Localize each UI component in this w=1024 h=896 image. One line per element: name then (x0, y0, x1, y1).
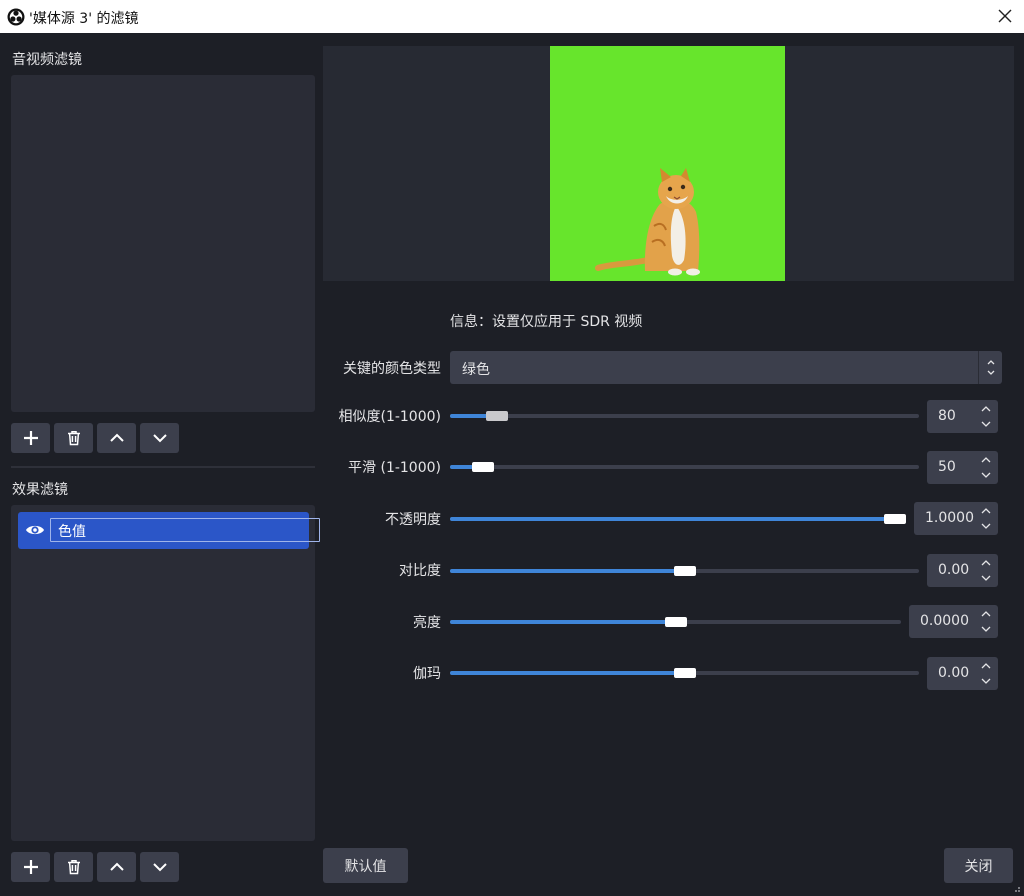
slider-fill (450, 414, 488, 418)
filter-name-edit-box[interactable] (50, 518, 320, 542)
contrast-spinbox[interactable]: 0.00 (927, 554, 998, 587)
similarity-slider[interactable] (450, 411, 919, 421)
opacity-spinbox[interactable]: 1.0000 (914, 502, 998, 535)
cat-image (595, 168, 700, 276)
move-av-filter-down-button[interactable] (140, 423, 179, 453)
spinbox-value: 1.0000 (925, 510, 974, 526)
brightness-spinbox[interactable]: 0.0000 (909, 605, 998, 638)
slider-handle[interactable] (472, 462, 495, 472)
effect-filters-toolbar (11, 852, 179, 882)
gamma-spinbox[interactable]: 0.00 (927, 657, 998, 690)
key-color-type-select[interactable]: 绿色 (450, 351, 1002, 384)
slider-fill (450, 671, 685, 675)
contrast-label: 对比度 (399, 563, 441, 579)
move-av-filter-up-button[interactable] (97, 423, 136, 453)
smoothness-label: 平滑 (1-1000) (348, 460, 441, 476)
slider-handle[interactable] (884, 514, 906, 524)
brightness-label: 亮度 (413, 615, 441, 631)
remove-av-filter-button[interactable] (54, 423, 93, 453)
chevron-down-icon (152, 434, 167, 443)
resize-grip-icon[interactable] (1011, 883, 1021, 893)
effect-filters-label: 效果滤镜 (12, 482, 68, 498)
smoothness-spinbox[interactable]: 50 (927, 451, 998, 484)
move-effect-filter-up-button[interactable] (97, 852, 136, 882)
contrast-slider[interactable] (450, 566, 919, 576)
slider-handle[interactable] (673, 668, 696, 678)
smoothness-slider[interactable] (450, 462, 919, 472)
panel-divider[interactable] (11, 466, 315, 468)
obs-logo-icon (7, 8, 25, 26)
info-text: 信息：设置仅应用于 SDR 视频 (450, 314, 643, 330)
gamma-slider[interactable] (450, 668, 919, 678)
updown-icon (987, 360, 995, 375)
filter-name: 色值 (58, 524, 86, 540)
chevron-down-icon (152, 863, 167, 872)
slider-fill (450, 517, 906, 521)
spin-arrows-icon[interactable] (980, 403, 992, 430)
av-filters-toolbar (11, 423, 179, 453)
remove-effect-filter-button[interactable] (54, 852, 93, 882)
effect-filter-item[interactable]: 色值 (18, 512, 320, 549)
defaults-button[interactable]: 默认值 (323, 848, 408, 883)
preview-green-screen (550, 46, 785, 281)
trash-icon (67, 431, 80, 446)
similarity-label: 相似度(1-1000) (338, 409, 441, 425)
spin-arrows-icon[interactable] (980, 608, 992, 635)
spinbox-value: 0.00 (938, 665, 970, 681)
trash-icon (67, 860, 80, 875)
slider-handle[interactable] (673, 566, 696, 576)
spinbox-value: 80 (938, 408, 956, 424)
av-filters-label: 音视频滤镜 (12, 52, 82, 68)
brightness-slider[interactable] (450, 617, 901, 627)
slider-fill (450, 465, 474, 469)
chevron-up-icon (109, 433, 124, 442)
effect-filters-list[interactable] (11, 505, 315, 841)
opacity-slider[interactable] (450, 514, 906, 524)
eye-icon[interactable] (25, 522, 45, 538)
close-button[interactable]: 关闭 (944, 848, 1013, 883)
slider-handle[interactable] (664, 617, 687, 627)
spin-arrows-icon[interactable] (980, 454, 992, 481)
slider-handle[interactable] (485, 411, 508, 421)
chevron-up-icon (109, 862, 124, 871)
slider-fill (450, 620, 676, 624)
spin-arrows-icon[interactable] (980, 557, 992, 584)
plus-icon (23, 860, 38, 874)
close-icon[interactable] (995, 6, 1015, 26)
add-effect-filter-button[interactable] (11, 852, 50, 882)
spinbox-value: 50 (938, 459, 956, 475)
spin-arrows-icon[interactable] (980, 505, 992, 532)
add-av-filter-button[interactable] (11, 423, 50, 453)
window-title: '媒体源 3' 的滤镜 (29, 11, 139, 27)
spinbox-value: 0.00 (938, 562, 970, 578)
gamma-label: 伽玛 (413, 666, 441, 682)
key-color-type-label: 关键的颜色类型 (343, 361, 441, 377)
slider-fill (450, 569, 685, 573)
select-arrows (978, 351, 1002, 384)
key-color-type-value: 绿色 (462, 362, 490, 378)
move-effect-filter-down-button[interactable] (140, 852, 179, 882)
similarity-spinbox[interactable]: 80 (927, 400, 998, 433)
title-bar: '媒体源 3' 的滤镜 (0, 0, 1024, 33)
plus-icon (23, 431, 38, 445)
av-filters-list[interactable] (11, 75, 315, 412)
opacity-label: 不透明度 (385, 512, 441, 528)
spinbox-value: 0.0000 (920, 613, 969, 629)
spin-arrows-icon[interactable] (980, 660, 992, 687)
